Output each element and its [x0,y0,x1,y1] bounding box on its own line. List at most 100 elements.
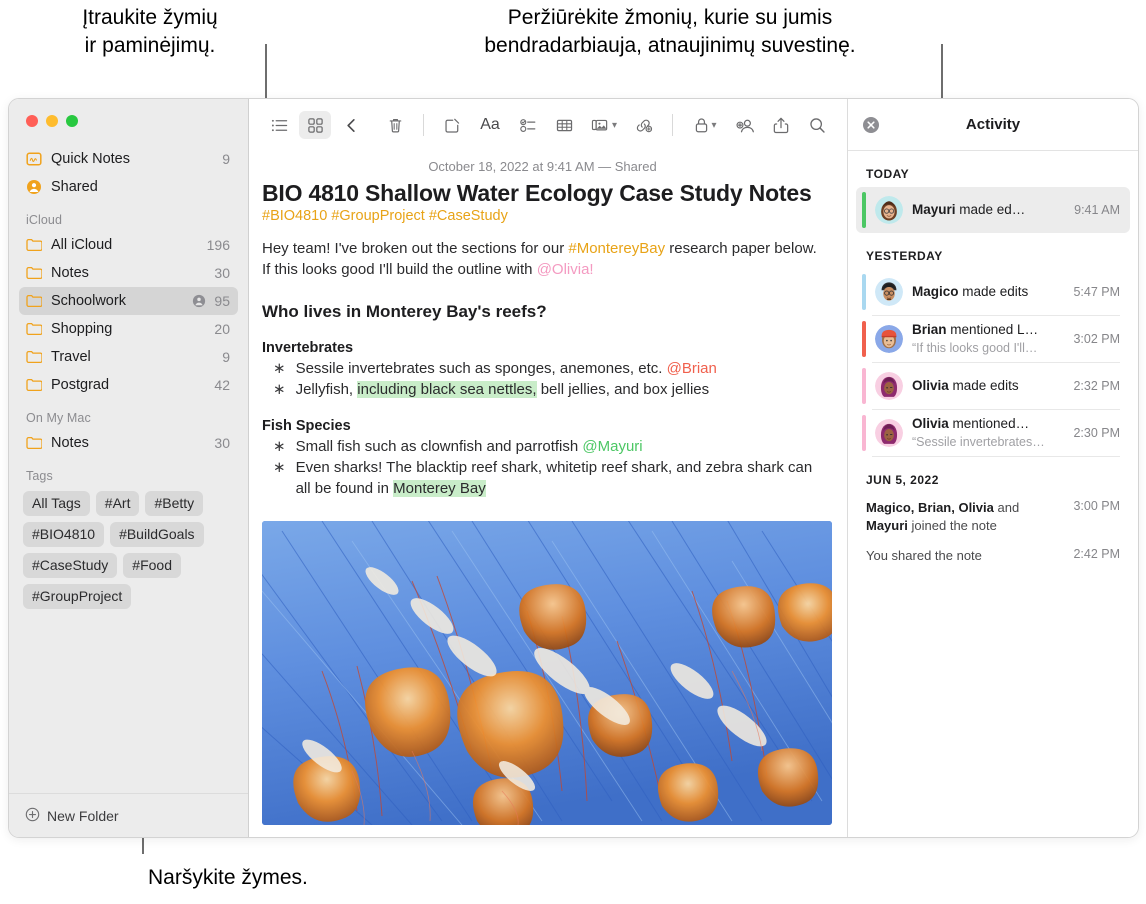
activity-line: Magico made edits [912,284,1028,299]
zoom-window-button[interactable] [66,115,78,127]
activity-line: Olivia mentioned… [912,416,1029,431]
list-item[interactable]: ∗ Small fish such as clownfish and parro… [262,436,823,457]
table-icon[interactable] [548,111,580,139]
sidebar-item-shared[interactable]: Shared [19,173,238,201]
activity-person: Olivia [912,416,949,431]
activity-person: Mayuri [912,202,956,217]
back-chevron-icon[interactable] [335,111,367,139]
note-subheading-fish-species: Fish Species [262,418,351,434]
sidebar-item-label: Shopping [51,321,113,337]
folder-icon [25,320,43,338]
sidebar-item-label: Shared [51,179,98,195]
list-item[interactable]: ∗ Jellyfish, including black sea nettles… [262,379,823,400]
tag-casestudy[interactable]: #CaseStudy [23,553,118,578]
note-scroll-area[interactable]: October 18, 2022 at 9:41 AM — Shared BIO… [249,151,847,837]
sidebar-item-shopping[interactable]: Shopping 20 [19,315,238,343]
media-icon[interactable]: ▾ [584,111,624,139]
sidebar-item-quick-notes[interactable]: Quick Notes 9 [19,145,238,173]
sidebar-list: Quick Notes 9 Shared iCloud All iCloud 1… [9,139,248,793]
checklist-icon[interactable] [512,111,544,139]
activity-item-magico-edits[interactable]: Magico made edits 5:47 PM [856,269,1130,315]
jellyfish-photo[interactable] [262,521,832,825]
sidebar-item-all-icloud[interactable]: All iCloud 196 [19,231,238,259]
activity-item-mayuri-edits[interactable]: Mayuri made ed… 9:41 AM [856,187,1130,233]
list-text: Sessile invertebrates such as sponges, a… [295,360,667,377]
note-tags-line[interactable]: #BIO4810 #GroupProject #CaseStudy [262,208,823,224]
sidebar-item-travel[interactable]: Travel 9 [19,343,238,371]
sidebar-item-postgrad[interactable]: Postgrad 42 [19,371,238,399]
activity-person: Magico [912,284,959,299]
sidebar-item-label: Notes [51,435,89,451]
activity-time: 3:00 PM [1073,499,1120,513]
tag-bio4810[interactable]: #BIO4810 [23,522,105,547]
sidebar-item-notes-local[interactable]: Notes 30 [19,429,238,457]
toolbar: Aa ▾ ▾ [249,99,847,151]
link-icon[interactable] [628,111,660,139]
activity-action: mentioned L… [946,322,1039,337]
activity-line: Mayuri made ed… [912,202,1025,217]
sidebar-item-label: Quick Notes [51,151,130,167]
activity-list[interactable]: TODAY Mayuri made ed… 9:41 AM YESTERDAY [848,151,1138,837]
folder-icon [25,348,43,366]
lock-icon[interactable]: ▾ [685,111,725,139]
activity-item-shared: You shared the note 2:42 PM [856,541,1130,571]
folder-icon [25,376,43,394]
activity-color-bar [862,274,866,310]
sidebar-item-label: All iCloud [51,237,113,253]
add-person-icon[interactable] [729,111,761,139]
activity-line: Brian mentioned L… [912,322,1038,337]
list-text: Small fish such as clownfish and parrotf… [295,438,583,455]
note-intro-text-1: Hey team! I've broken out the sections f… [262,240,569,257]
activity-panel: Activity TODAY Mayuri made ed… 9:41 AM Y… [847,99,1138,837]
compose-icon[interactable] [436,111,468,139]
toolbar-divider-2 [672,114,673,136]
sidebar-item-label: Postgrad [51,377,110,393]
avatar [875,278,903,306]
note-intro-paragraph[interactable]: Hey team! I've broken out the sections f… [262,238,822,280]
sidebar-item-schoolwork[interactable]: Schoolwork 95 [19,287,238,315]
sidebar-item-count: 42 [214,377,230,393]
trash-icon[interactable] [379,111,411,139]
close-icon[interactable] [862,116,880,134]
activity-item-olivia-mention[interactable]: Olivia mentioned… “Sessile invertebrates… [856,410,1130,456]
tag-cloud: All Tags #Art #Betty #BIO4810 #BuildGoal… [19,487,238,609]
mention-mayuri[interactable]: @Mayuri [582,438,642,455]
tag-food[interactable]: #Food [123,553,181,578]
format-text-button[interactable]: Aa [472,111,508,139]
list-item[interactable]: ∗ Sessile invertebrates such as sponges,… [262,358,823,379]
list-view-icon[interactable] [263,111,295,139]
new-folder-button[interactable]: New Folder [9,793,248,837]
plus-circle-icon [25,807,40,825]
list-text: Even sharks! The blacktip reef shark, wh… [295,459,813,497]
close-window-button[interactable] [26,115,38,127]
activity-time: 2:30 PM [1073,426,1120,440]
share-icon[interactable] [765,111,797,139]
tag-buildgoals[interactable]: #BuildGoals [110,522,204,547]
note-title[interactable]: BIO 4810 Shallow Water Ecology Case Stud… [262,180,823,207]
activity-item-olivia-edits[interactable]: Olivia made edits 2:32 PM [856,363,1130,409]
callout-activity-summary: Peržiūrėkite žmonių, kurie su jumis bend… [484,6,856,57]
folder-icon [25,236,43,254]
mention-brian[interactable]: @Brian [667,360,717,377]
shared-folder-badge-icon [192,294,206,308]
avatar [875,372,903,400]
sidebar-section-tags: Tags [26,469,53,483]
hashtag-montereybay[interactable]: #MontereyBay [568,240,665,257]
tag-betty[interactable]: #Betty [145,491,204,516]
bullet-asterisk-icon: ∗ [273,438,286,455]
list-item[interactable]: ∗ Even sharks! The blacktip reef shark, … [262,457,823,499]
tag-all-tags[interactable]: All Tags [23,491,90,516]
minimize-window-button[interactable] [46,115,58,127]
activity-group-today: TODAY [866,167,910,181]
sidebar-item-notes-icloud[interactable]: Notes 30 [19,259,238,287]
joined-mid: and [993,500,1020,515]
gallery-view-icon[interactable] [299,111,331,139]
folder-icon [25,434,43,452]
quick-note-icon [25,150,43,168]
activity-item-brian-mention[interactable]: Brian mentioned L… “If this looks good I… [856,316,1130,362]
tag-art[interactable]: #Art [95,491,140,516]
tag-groupproject[interactable]: #GroupProject [23,584,132,609]
mention-olivia[interactable]: @Olivia! [537,261,594,278]
search-icon[interactable] [801,111,833,139]
joined-names: Magico, Brian, Olivia [866,500,994,515]
